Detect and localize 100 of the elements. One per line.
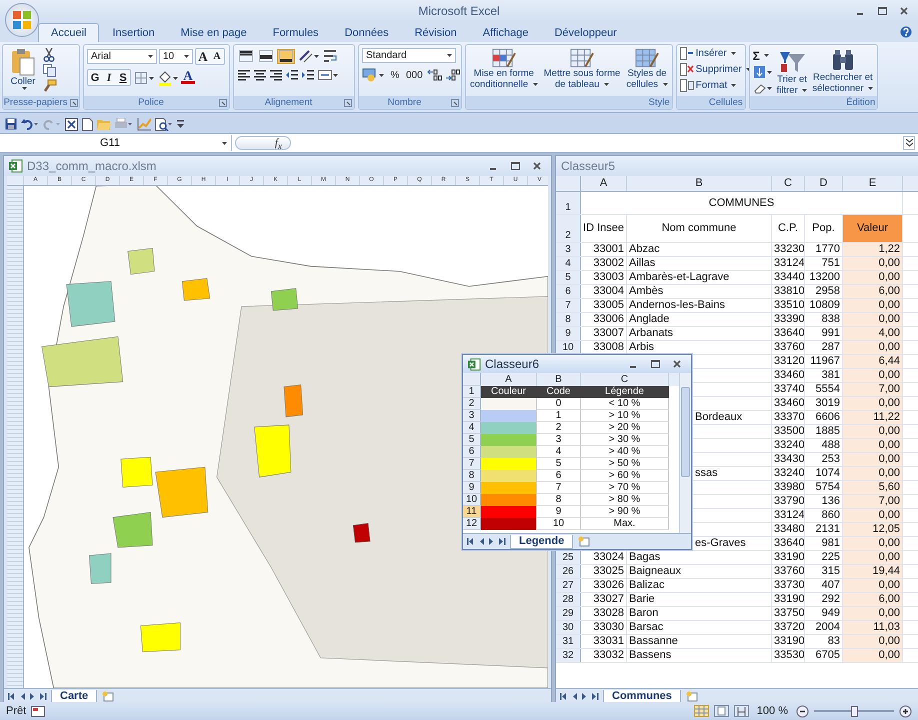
ribbon-tab[interactable]: Formules — [260, 23, 332, 42]
dialog-launcher-icon[interactable] — [70, 98, 78, 106]
row-header[interactable]: 12 — [463, 518, 481, 530]
find-select-button[interactable]: Rechercher et sélectionner — [811, 48, 874, 94]
row-header[interactable]: 10 — [463, 494, 481, 506]
previous-sheet-button[interactable] — [479, 538, 484, 545]
sheet-tab[interactable]: Legende — [510, 534, 574, 548]
sheet-tab[interactable]: Carte — [51, 690, 98, 702]
vertical-scrollbar[interactable] — [679, 373, 691, 533]
spreadsheet-icon[interactable] — [65, 118, 78, 130]
cell-styles-button[interactable]: Styles de cellules — [625, 48, 669, 90]
normal-view-icon[interactable] — [694, 705, 709, 717]
ribbon-tab[interactable]: Accueil — [38, 23, 100, 42]
row-header[interactable]: 10 — [556, 341, 581, 354]
ribbon-tab[interactable]: Affichage — [470, 23, 542, 42]
column-header[interactable]: C — [772, 176, 805, 191]
format-as-table-button[interactable]: Mettre sous forme de tableau — [542, 48, 622, 90]
row-header[interactable]: 8 — [463, 470, 481, 482]
row-header[interactable]: 7 — [556, 299, 581, 312]
row-header[interactable]: 27 — [556, 579, 581, 592]
last-sheet-button[interactable] — [592, 693, 599, 700]
ribbon-tab[interactable]: Développeur — [541, 23, 630, 42]
font-name-field[interactable]: Arial — [87, 49, 157, 64]
new-sheet-icon[interactable] — [101, 691, 116, 702]
undo-icon[interactable] — [21, 118, 39, 130]
ribbon-tab[interactable]: Révision — [402, 23, 470, 42]
align-left-button[interactable] — [237, 69, 251, 81]
dialog-launcher-icon[interactable] — [344, 98, 352, 106]
row-header[interactable]: 6 — [463, 446, 481, 458]
row-header[interactable]: 9 — [556, 327, 581, 340]
column-header[interactable]: A — [581, 176, 627, 191]
row-header[interactable]: 25 — [556, 551, 581, 564]
first-sheet-button[interactable] — [8, 693, 15, 700]
paste-button[interactable]: Coller — [6, 48, 40, 90]
decrease-decimal-icon[interactable] — [444, 68, 461, 82]
macro-record-icon[interactable] — [31, 706, 46, 716]
align-middle-button[interactable] — [257, 48, 275, 64]
wrap-text-icon[interactable] — [323, 48, 339, 64]
column-header[interactable]: E — [843, 176, 903, 191]
delete-button[interactable]: Supprimer — [680, 62, 751, 77]
increase-indent-icon[interactable] — [301, 69, 315, 81]
thousands-separator-button[interactable]: 000 — [404, 68, 425, 82]
new-sheet-icon[interactable] — [684, 691, 699, 702]
row-header[interactable]: 7 — [463, 458, 481, 470]
next-sheet-button[interactable] — [582, 693, 587, 700]
customize-toolbar-icon[interactable] — [177, 120, 184, 128]
row-header[interactable]: 9 — [463, 482, 481, 494]
underline-button[interactable]: S — [116, 70, 130, 85]
name-box[interactable]: G11 — [0, 135, 232, 151]
row-header[interactable]: 32 — [556, 649, 581, 662]
italic-button[interactable]: I — [102, 70, 116, 85]
currency-icon[interactable] — [362, 67, 386, 83]
zoom-in-button[interactable] — [899, 704, 912, 718]
previous-sheet-button[interactable] — [20, 693, 25, 700]
shrink-font-button[interactable]: A — [210, 49, 224, 64]
align-top-button[interactable] — [237, 48, 255, 64]
new-document-icon[interactable] — [82, 118, 93, 130]
save-icon[interactable] — [5, 118, 17, 130]
row-header[interactable]: 30 — [556, 621, 581, 634]
last-sheet-button[interactable] — [40, 693, 47, 700]
scissors-icon[interactable] — [43, 48, 55, 62]
help-icon[interactable] — [900, 26, 912, 38]
decrease-indent-icon[interactable] — [285, 69, 299, 81]
last-sheet-button[interactable] — [499, 538, 506, 545]
row-header[interactable]: 26 — [556, 565, 581, 578]
row-header[interactable]: 8 — [556, 313, 581, 326]
grow-font-button[interactable]: A — [196, 49, 210, 64]
merge-cells-icon[interactable] — [317, 68, 339, 82]
font-size-field[interactable]: 10 — [159, 49, 193, 64]
row-header[interactable]: 28 — [556, 593, 581, 606]
align-center-button[interactable] — [253, 69, 267, 81]
row-header[interactable]: 11 — [463, 506, 481, 518]
row-header[interactable]: 6 — [556, 285, 581, 298]
fill-color-icon[interactable] — [157, 70, 179, 86]
insert-function-button[interactable]: f$_{x}$ — [235, 136, 291, 150]
print-preview-icon[interactable] — [155, 118, 173, 130]
row-header[interactable]: 2 — [463, 398, 481, 410]
sort-filter-button[interactable]: Trier et filtrer — [776, 48, 808, 96]
page-layout-icon[interactable] — [714, 705, 729, 717]
row-header[interactable]: 31 — [556, 635, 581, 648]
zoom-out-button[interactable] — [796, 704, 809, 718]
chart-icon[interactable] — [137, 118, 151, 130]
row-header[interactable]: 4 — [556, 257, 581, 270]
next-sheet-button[interactable] — [30, 693, 35, 700]
insert-button[interactable]: Insérer — [680, 46, 736, 61]
printer-icon[interactable] — [115, 118, 133, 130]
copy-icon[interactable] — [43, 64, 56, 77]
align-bottom-button[interactable] — [277, 48, 295, 64]
number-format-field[interactable]: Standard — [362, 48, 456, 63]
align-right-button[interactable] — [269, 69, 283, 81]
percent-button[interactable]: % — [388, 68, 402, 82]
row-header[interactable]: 5 — [556, 271, 581, 284]
row-header[interactable]: 3 — [463, 410, 481, 422]
new-sheet-icon[interactable] — [577, 536, 592, 547]
ribbon-tab[interactable]: Insertion — [99, 23, 168, 42]
ribbon-tab[interactable]: Données — [332, 23, 402, 42]
zoom-level[interactable]: 100 % — [756, 705, 788, 717]
slider-thumb[interactable] — [851, 706, 858, 716]
format-button[interactable]: Format — [680, 78, 736, 93]
row-header[interactable]: 4 — [463, 422, 481, 434]
